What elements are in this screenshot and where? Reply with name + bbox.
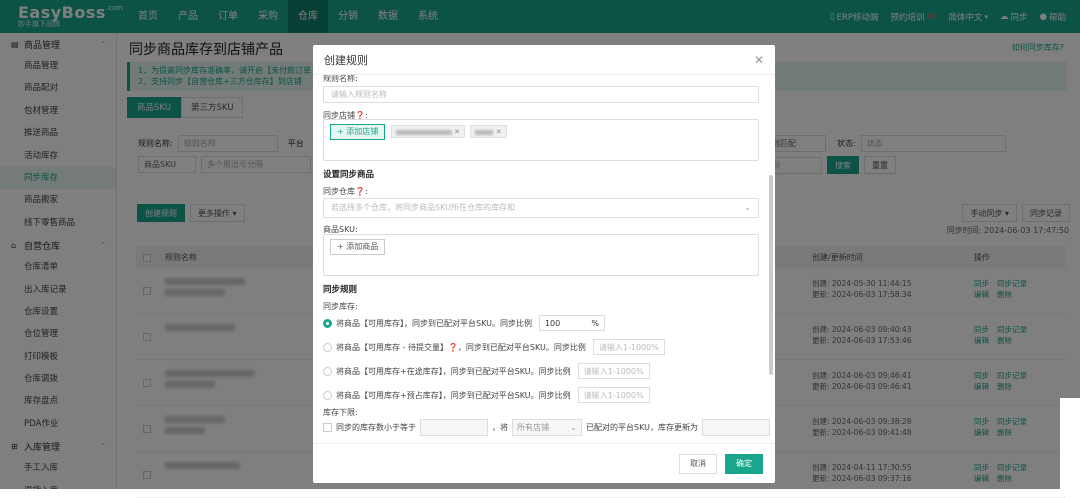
lower-limit-label: 库存下限: [323, 408, 358, 417]
add-goods-button[interactable]: + 添加商品 [330, 239, 386, 255]
update-stock-input[interactable] [701, 419, 770, 436]
percent-suffix: % [636, 366, 644, 376]
warehouse-label: 同步仓库❓: [323, 187, 368, 196]
sync-option-row: 将商品【可用库存 - 待提交量】❓，同步到已配对平台SKU。同步比例 请输入1-1… [323, 339, 665, 355]
ratio-value: 请输入1-1000 [583, 390, 637, 400]
lower-limit-row: 同步的库存数小于等于 ，将 所有店铺 ⌄ 已配对的平台SKU，库存更新为 [323, 419, 770, 436]
store-chip[interactable]: ✕ [390, 125, 465, 138]
rule-name-input[interactable]: 请输入规则名称 [323, 86, 759, 103]
sync-option-radio[interactable] [323, 342, 332, 352]
sync-option-radio[interactable] [323, 366, 332, 376]
section-sync-rule: 同步规则 [323, 285, 358, 295]
sync-option-text: 将商品【可用库存+在途库存】，同步到已配对平台SKU。同步比例 [336, 366, 571, 376]
percent-suffix: % [651, 342, 659, 352]
section-sync-goods: 设置同步商品 [323, 170, 375, 180]
cancel-button[interactable]: 取消 [679, 453, 717, 474]
chevron-down-icon: ⌄ [744, 203, 751, 212]
sync-option-row: 将商品【可用库存+在途库存】，同步到已配对平台SKU。同步比例 请输入1-1000… [323, 363, 650, 379]
create-rule-dialog: 创建规则 ✕ 规则名称: 请输入规则名称 同步店铺❓: + 添加店铺 ✕ ✕ 设… [313, 45, 775, 483]
store-select-box[interactable]: + 添加店铺 ✕ ✕ [323, 119, 759, 161]
sku-select-box: + 添加商品 [323, 234, 759, 276]
dialog-body: 规则名称: 请输入规则名称 同步店铺❓: + 添加店铺 ✕ ✕ 设置同步商品 同… [313, 75, 775, 443]
stock-label: 同步库存: [323, 302, 358, 311]
right-dock [1060, 398, 1080, 489]
lower-limit-text-1: 同步的库存数小于等于 [336, 423, 416, 432]
chevron-down-icon: ⌄ [570, 423, 577, 432]
warehouse-select[interactable]: 若选择多个仓库，将同步商品SKU所在仓库的库存和 ⌄ [323, 198, 759, 218]
ratio-input[interactable]: 请输入1-1000% [592, 339, 665, 355]
ratio-value: 请输入1-1000 [583, 366, 637, 376]
add-store-button[interactable]: + 添加店铺 [330, 124, 386, 140]
percent-suffix: % [636, 390, 644, 400]
sync-option-text: 将商品【可用库存】，同步到已配对平台SKU。同步比例 [336, 318, 532, 328]
lower-limit-checkbox[interactable] [323, 423, 332, 432]
sync-option-radio[interactable] [323, 390, 332, 400]
ratio-input[interactable]: 100% [538, 315, 605, 331]
dialog-header: 创建规则 ✕ [313, 45, 775, 75]
lower-limit-input[interactable] [420, 419, 488, 436]
store-scope-select[interactable]: 所有店铺 ⌄ [512, 419, 582, 436]
sync-option-text: 将商品【可用库存 - 待提交量】❓，同步到已配对平台SKU。同步比例 [336, 342, 586, 352]
rule-name-label: 规则名称: [323, 75, 358, 83]
ratio-value: 请输入1-1000 [598, 342, 652, 352]
store-chip[interactable]: ✕ [470, 125, 507, 138]
sync-option-row: 将商品【可用库存】，同步到已配对平台SKU。同步比例 100% [323, 315, 605, 331]
blurred-store-name [395, 129, 452, 135]
sync-option-row: 将商品【可用库存+预占库存】，同步到已配对平台SKU。同步比例 请输入1-1000… [323, 387, 650, 403]
dialog-scrollbar[interactable] [769, 175, 773, 375]
close-icon[interactable]: ✕ [754, 53, 764, 67]
ratio-input[interactable]: 请输入1-1000% [577, 363, 650, 379]
percent-suffix: % [591, 318, 599, 328]
ratio-value: 100 [544, 318, 561, 328]
confirm-button[interactable]: 确定 [725, 453, 763, 474]
sync-option-text: 将商品【可用库存+预占库存】，同步到已配对平台SKU。同步比例 [336, 390, 571, 400]
lower-limit-text-2: ，将 [492, 423, 508, 432]
blurred-store-name [475, 129, 494, 135]
dialog-footer: 取消 确定 [313, 443, 775, 483]
ratio-input[interactable]: 请输入1-1000% [577, 387, 650, 403]
sync-option-radio[interactable] [323, 318, 332, 328]
dialog-title: 创建规则 [324, 53, 368, 67]
lower-limit-text-3: 已配对的平台SKU，库存更新为 [586, 423, 698, 432]
help-icon: ❓ [355, 187, 365, 196]
